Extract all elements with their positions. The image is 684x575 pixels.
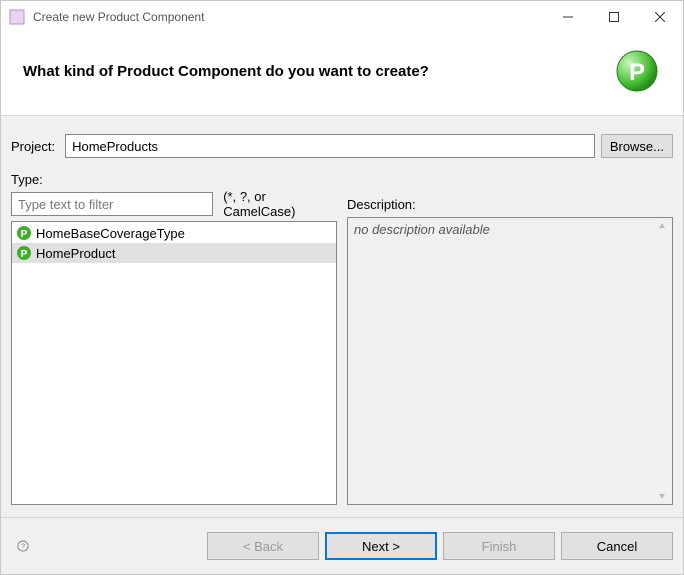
product-type-icon: P <box>16 225 32 241</box>
product-type-icon: P <box>16 245 32 261</box>
project-label: Project: <box>11 139 55 154</box>
type-label: Type: <box>11 172 673 187</box>
project-input[interactable] <box>65 134 595 158</box>
scroll-up-icon[interactable] <box>656 220 668 232</box>
cancel-button[interactable]: Cancel <box>561 532 673 560</box>
svg-text:P: P <box>21 249 28 260</box>
app-icon <box>9 9 25 25</box>
help-button[interactable]: ? <box>11 534 35 558</box>
type-list[interactable]: P HomeBaseCoverageType P HomeProduct <box>11 221 337 505</box>
svg-text:P: P <box>21 229 28 240</box>
svg-text:?: ? <box>21 541 25 550</box>
window-title: Create new Product Component <box>33 10 545 24</box>
wizard-footer: ? < Back Next > Finish Cancel <box>1 518 683 574</box>
finish-button[interactable]: Finish <box>443 532 555 560</box>
titlebar: Create new Product Component <box>1 1 683 33</box>
wizard-header: What kind of Product Component do you wa… <box>1 33 683 115</box>
window-controls <box>545 1 683 33</box>
browse-button[interactable]: Browse... <box>601 134 673 158</box>
description-box: no description available <box>347 217 673 505</box>
list-item[interactable]: P HomeProduct <box>12 243 336 263</box>
next-button[interactable]: Next > <box>325 532 437 560</box>
filter-hint: (*, ?, or CamelCase) <box>223 189 337 219</box>
list-item[interactable]: P HomeBaseCoverageType <box>12 223 336 243</box>
description-text: no description available <box>354 222 490 237</box>
list-item-label: HomeProduct <box>36 246 115 261</box>
wizard-question: What kind of Product Component do you wa… <box>23 63 613 80</box>
maximize-button[interactable] <box>591 1 637 33</box>
type-filter-input[interactable] <box>11 192 213 216</box>
svg-text:P: P <box>629 59 645 86</box>
wizard-content: Project: Browse... Type: (*, ?, or Camel… <box>1 115 683 518</box>
close-button[interactable] <box>637 1 683 33</box>
description-label: Description: <box>347 197 416 212</box>
back-button[interactable]: < Back <box>207 532 319 560</box>
product-banner-icon: P <box>613 47 661 95</box>
scroll-down-icon[interactable] <box>656 490 668 502</box>
project-row: Project: Browse... <box>11 134 673 158</box>
minimize-button[interactable] <box>545 1 591 33</box>
type-section: Type: (*, ?, or CamelCase) P HomeBaseCove… <box>11 172 673 505</box>
list-item-label: HomeBaseCoverageType <box>36 226 185 241</box>
